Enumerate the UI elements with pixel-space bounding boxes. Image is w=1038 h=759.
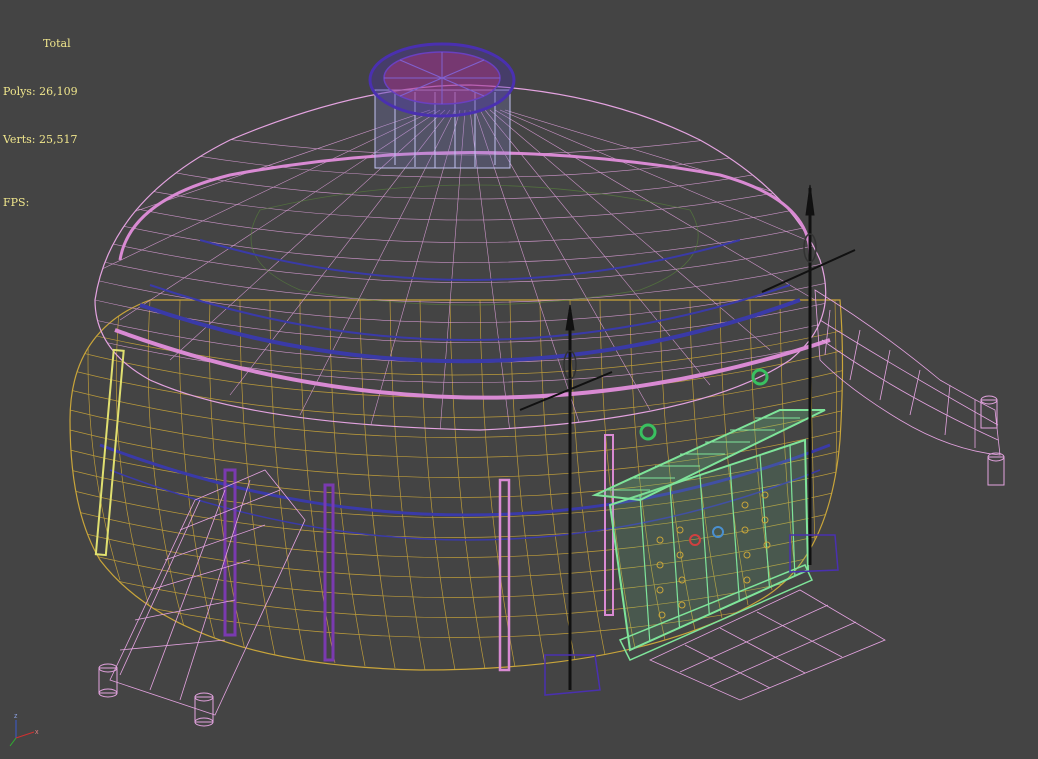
yurt-door — [591, 368, 826, 661]
yurt-wireframe-model[interactable] — [0, 0, 1038, 759]
3d-viewport[interactable]: Total Polys: 26,109 Verts: 25,517 FPS: z… — [0, 0, 1038, 759]
spear-pole-left — [519, 304, 613, 696]
axis-z-label: z — [14, 713, 18, 720]
axis-gizmo: z x — [9, 713, 39, 747]
roof-crown — [368, 42, 516, 169]
entry-rope-net — [109, 469, 306, 716]
axis-x-label: x — [35, 729, 39, 736]
